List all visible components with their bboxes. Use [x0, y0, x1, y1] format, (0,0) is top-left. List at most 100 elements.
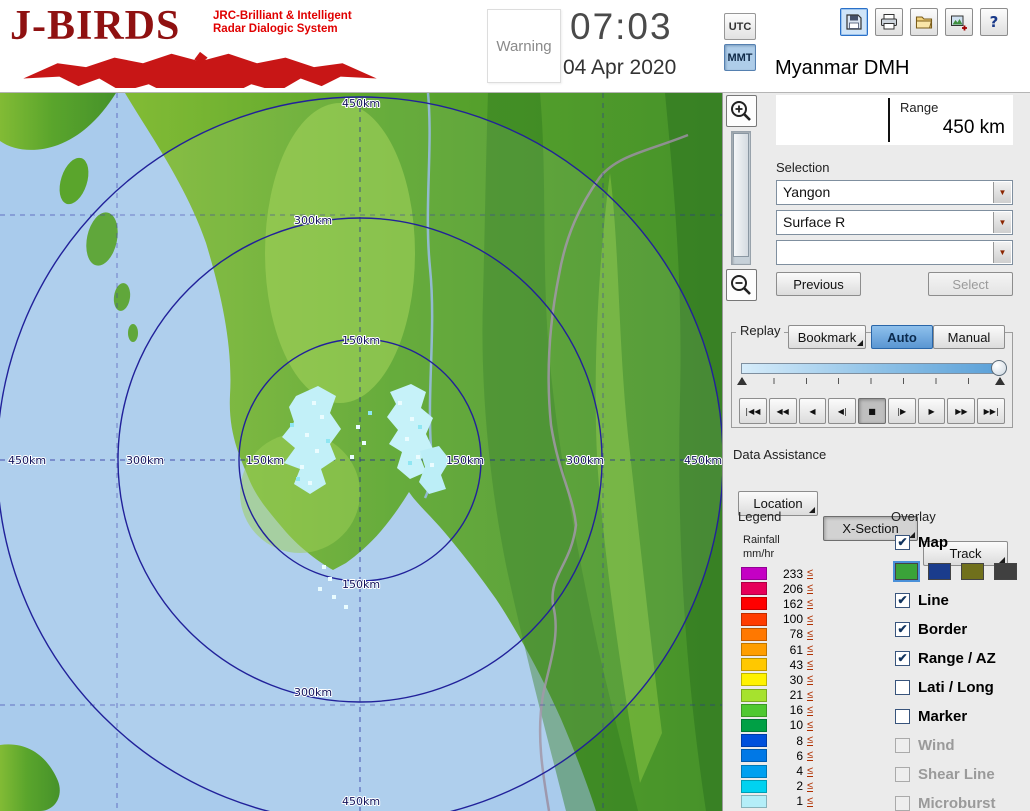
legend-color-swatch — [741, 628, 767, 641]
lte-symbol: ≤ — [807, 644, 813, 655]
legend-value: 43 — [771, 658, 803, 672]
skip-start-button[interactable]: |◀◀ — [739, 398, 767, 424]
ring-label: 300km — [294, 686, 332, 699]
printer-icon — [879, 12, 899, 32]
select-button[interactable]: Select — [928, 272, 1013, 296]
overlay-item-wind[interactable]: Wind — [895, 731, 1029, 760]
range-display: Range 450 km — [776, 95, 1013, 145]
chevron-down-icon[interactable]: ▼ — [993, 182, 1011, 203]
checkbox[interactable]: ✔ — [895, 622, 910, 637]
auto-button[interactable]: Auto — [871, 325, 933, 349]
ring-label: 450km — [684, 454, 722, 467]
open-file-button[interactable] — [910, 8, 938, 36]
checkbox[interactable] — [895, 709, 910, 724]
legend-color-swatch — [741, 704, 767, 717]
eagle-logo-icon — [10, 50, 390, 88]
legend-value: 1 — [771, 794, 803, 808]
bookmark-button[interactable]: Bookmark — [788, 325, 866, 349]
legend-entry: 78≤ — [741, 627, 861, 642]
question-mark-icon: ? — [984, 12, 1004, 32]
ring-label: 300km — [294, 214, 332, 227]
legend-value: 61 — [771, 643, 803, 657]
legend-value: 6 — [771, 749, 803, 763]
map-style-swatch[interactable] — [961, 563, 984, 580]
legend-value: 206 — [771, 582, 803, 596]
warning-button[interactable]: Warning — [487, 9, 561, 83]
overlay-item-border[interactable]: ✔ Border — [895, 615, 1029, 644]
manual-button[interactable]: Manual — [933, 325, 1005, 349]
skip-end-button[interactable]: ▶▶| — [977, 398, 1005, 424]
mmt-button[interactable]: MMT — [724, 44, 756, 71]
clock-time: 07:03 — [570, 6, 673, 48]
legend-color-swatch — [741, 643, 767, 656]
checkbox[interactable] — [895, 680, 910, 695]
zoom-out-button[interactable] — [726, 269, 757, 301]
prev-frame-button[interactable]: ◀| — [828, 398, 856, 424]
legend-unit-line1: Rainfall — [743, 533, 780, 547]
control-panel: Range 450 km Selection Yangon ▼ Surface … — [722, 93, 1030, 811]
map-style-swatch[interactable] — [895, 563, 918, 580]
checkbox[interactable] — [895, 767, 910, 782]
logo-subtitle-line1: JRC-Brilliant & Intelligent — [213, 10, 352, 23]
magnifier-plus-icon — [729, 99, 753, 123]
stop-button[interactable]: ■ — [858, 398, 886, 424]
checkbox[interactable] — [895, 738, 910, 753]
zoom-in-button[interactable] — [726, 95, 757, 127]
legend-color-swatch — [741, 749, 767, 762]
lte-symbol: ≤ — [807, 735, 813, 746]
station-name: Myanmar DMH — [775, 57, 909, 80]
legend-entry: 8≤ — [741, 733, 861, 748]
data-assistance-label: Data Assistance — [733, 447, 826, 462]
previous-button[interactable]: Previous — [776, 272, 861, 296]
overlay-item-shear-line[interactable]: Shear Line — [895, 760, 1029, 789]
map-style-swatch[interactable] — [994, 563, 1017, 580]
legend-value: 8 — [771, 734, 803, 748]
help-button[interactable]: ? — [980, 8, 1008, 36]
radar-map[interactable]: 450km300km150km450km300km150km150km300km… — [0, 93, 722, 811]
ring-label: 150km — [342, 578, 380, 591]
export-image-button[interactable] — [945, 8, 973, 36]
checkbox[interactable]: ✔ — [895, 593, 910, 608]
save-button[interactable] — [840, 8, 868, 36]
legend-color-swatch — [741, 597, 767, 610]
range-divider — [888, 98, 890, 142]
overlay-item-line[interactable]: ✔Line — [895, 586, 1029, 615]
replay-label: Replay — [736, 323, 784, 338]
lte-symbol: ≤ — [807, 583, 813, 594]
print-button[interactable] — [875, 8, 903, 36]
site-dropdown[interactable]: Yangon ▼ — [776, 180, 1013, 205]
chevron-down-icon[interactable]: ▼ — [993, 212, 1011, 233]
chevron-down-icon[interactable]: ▼ — [993, 242, 1011, 263]
utc-button[interactable]: UTC — [724, 13, 756, 40]
legend-value: 30 — [771, 673, 803, 687]
product-dropdown[interactable]: Surface R ▼ — [776, 210, 1013, 235]
play-button[interactable]: ▶ — [918, 398, 946, 424]
map-style-swatch[interactable] — [928, 563, 951, 580]
zoom-slider-handle[interactable] — [733, 133, 749, 257]
overlay-item-map[interactable]: ✔Map — [895, 529, 1029, 556]
timeline-handle[interactable] — [991, 360, 1007, 376]
rewind-button[interactable]: ◀◀ — [769, 398, 797, 424]
overlay-label: Border — [918, 621, 967, 638]
zoom-slider-track[interactable] — [731, 131, 751, 265]
step-back-button[interactable]: ◀ — [799, 398, 827, 424]
overlay-list: ✔Map✔Line✔Border✔Range / AZLati / LongMa… — [895, 529, 1029, 811]
lte-symbol: ≤ — [807, 629, 813, 640]
checkbox[interactable] — [895, 796, 910, 811]
lte-symbol: ≤ — [807, 750, 813, 761]
overlay-item-marker[interactable]: Marker — [895, 702, 1029, 731]
ring-label: 300km — [566, 454, 604, 467]
overlay-item-microburst[interactable]: Microburst — [895, 789, 1029, 811]
checkbox[interactable]: ✔ — [895, 651, 910, 666]
lte-symbol: ≤ — [807, 690, 813, 701]
fast-forward-button[interactable]: ▶▶ — [947, 398, 975, 424]
overlay-item-lati-long[interactable]: Lati / Long — [895, 673, 1029, 702]
ring-label: 450km — [8, 454, 46, 467]
checkbox[interactable]: ✔ — [895, 535, 910, 550]
next-frame-button[interactable]: |▶ — [888, 398, 916, 424]
overlay-label: Wind — [918, 737, 955, 754]
folder-icon — [914, 12, 934, 32]
overlay-item-range-az[interactable]: ✔Range / AZ — [895, 644, 1029, 673]
option-dropdown[interactable]: ▼ — [776, 240, 1013, 265]
replay-timeline-slider[interactable] — [741, 363, 1001, 374]
